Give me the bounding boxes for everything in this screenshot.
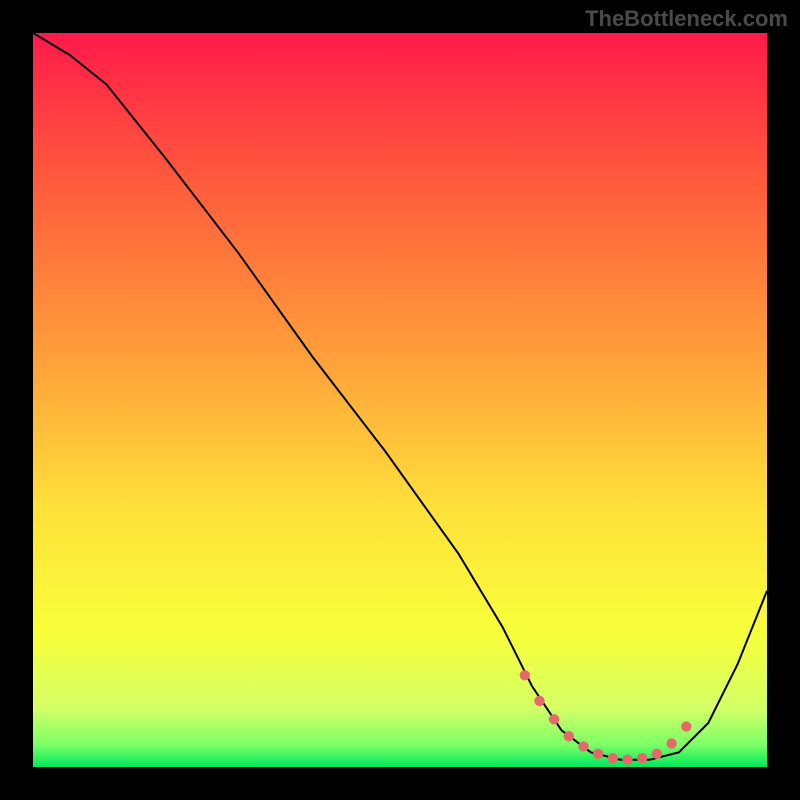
valley-marker [549,714,559,724]
valley-marker [534,696,544,706]
valley-marker [608,753,618,763]
valley-marker [593,749,603,759]
valley-marker [578,741,588,751]
chart-area [33,33,767,767]
gradient-background [33,33,767,767]
watermark-text: TheBottleneck.com [585,6,788,32]
valley-marker [652,749,662,759]
valley-marker [520,670,530,680]
valley-marker [622,755,632,765]
chart-svg [33,33,767,767]
valley-marker [666,738,676,748]
valley-marker [681,721,691,731]
valley-marker [637,753,647,763]
valley-marker [564,731,574,741]
